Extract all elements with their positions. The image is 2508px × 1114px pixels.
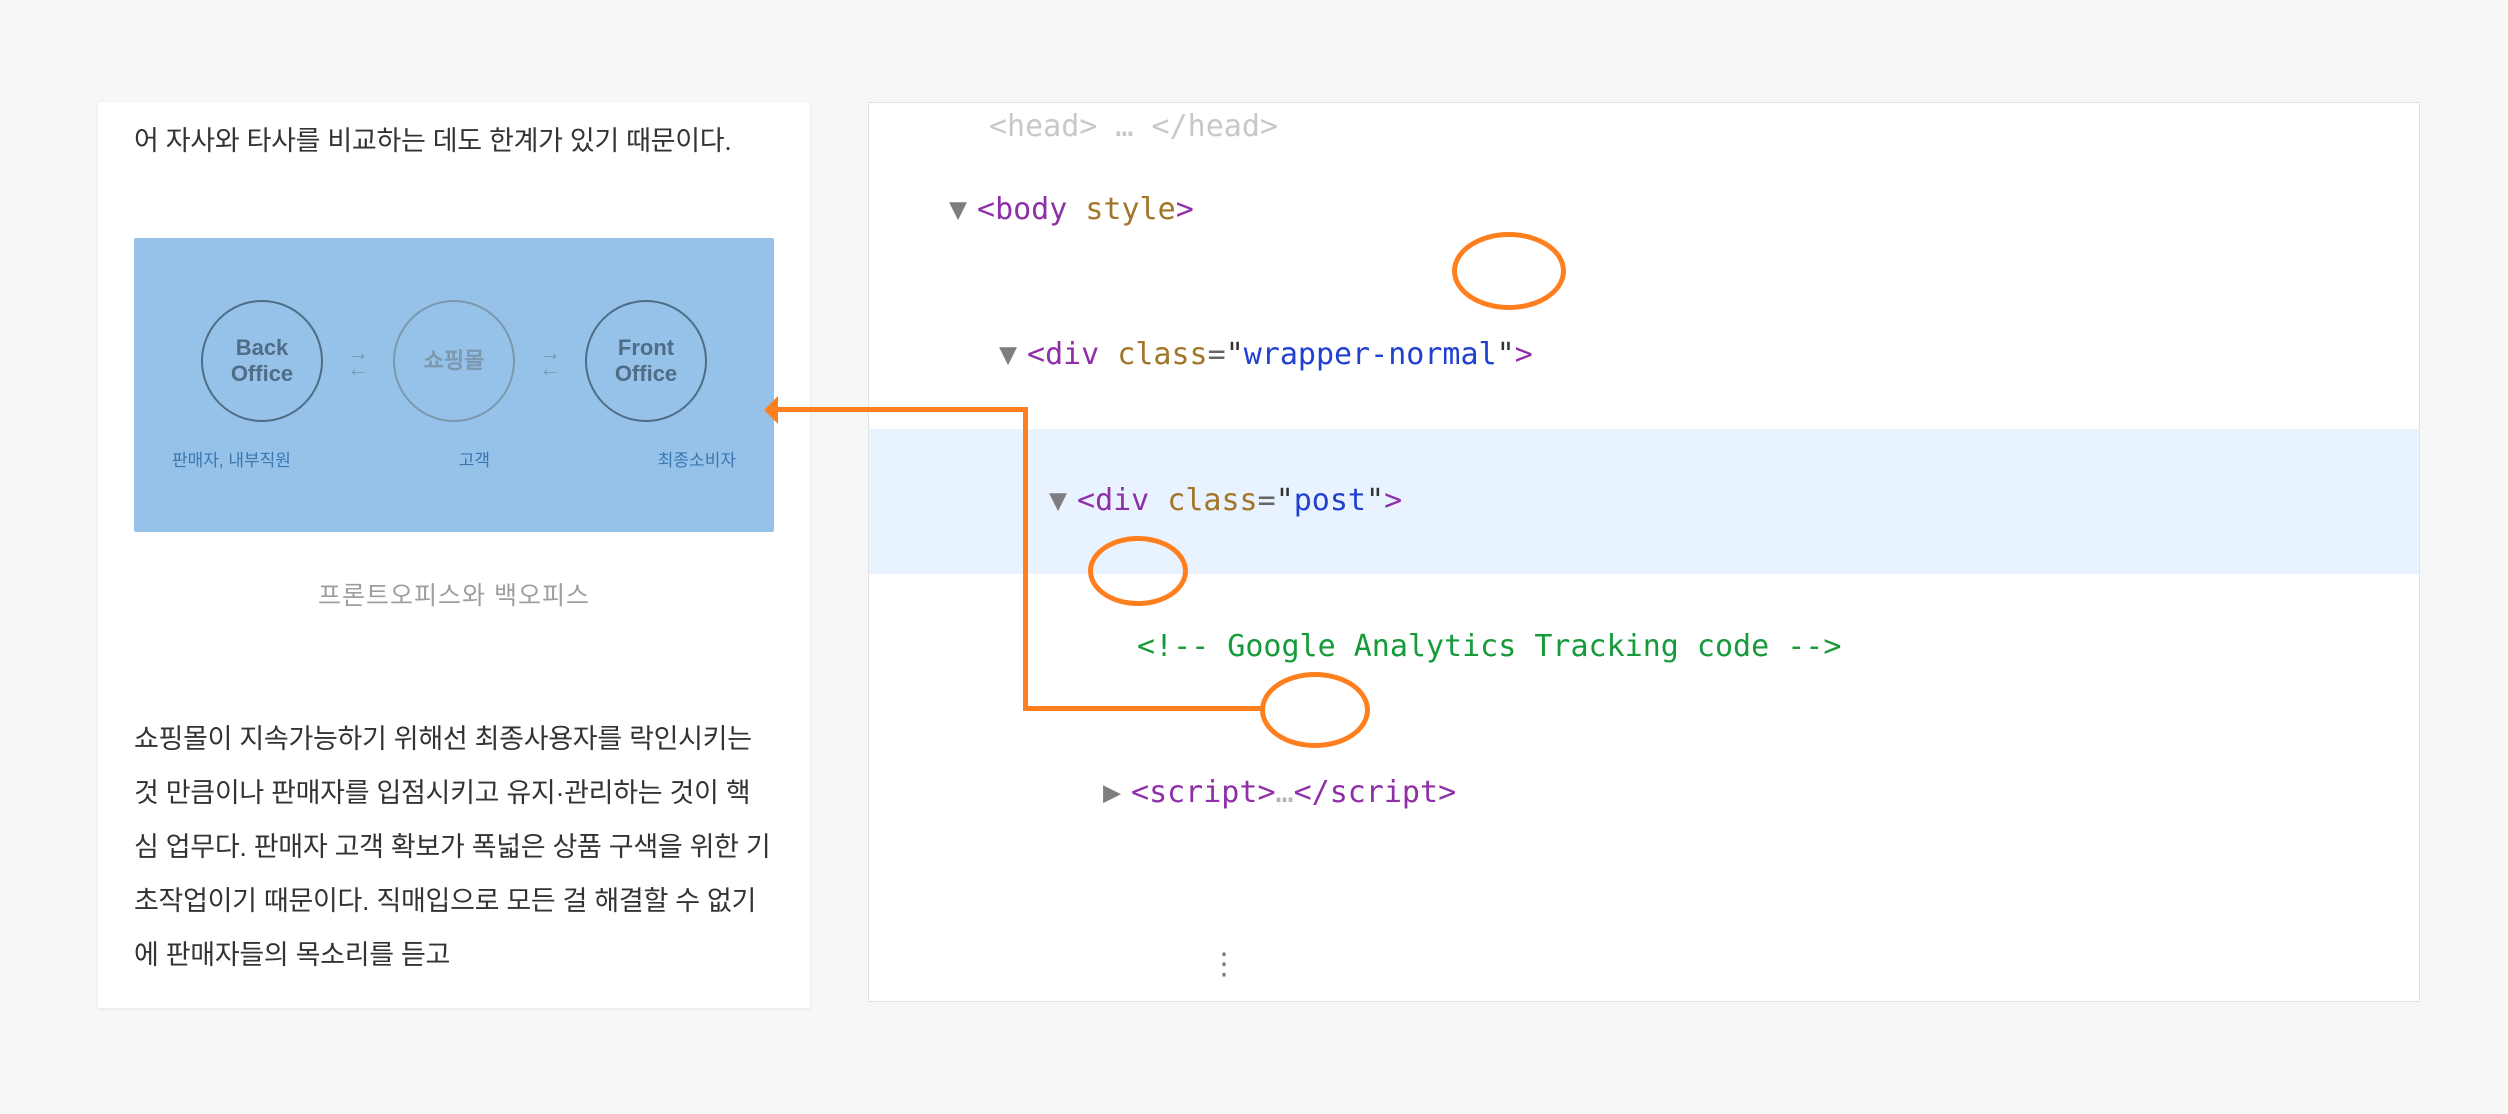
front-office-circle: Front Office (585, 300, 707, 422)
back-office-circle: Back Office (201, 300, 323, 422)
circle-label: Office (615, 361, 677, 386)
dom-node-body-open[interactable]: ▼<body style> (869, 137, 2419, 283)
circle-label: Office (231, 361, 293, 386)
sublabel: 판매자, 내부직원 (172, 446, 291, 471)
dom-collapsed-ellipsis: ⋮ (869, 866, 2419, 1002)
dom-node-wrapper-open[interactable]: ▼<div class="wrapper-normal"> (869, 283, 2419, 429)
sublabel: 고객 (459, 446, 490, 471)
article-paragraph-bottom: 쇼핑몰이 지속가능하기 위해선 최종사용자를 락인시키는 것 만큼이나 판매자를… (134, 612, 774, 982)
exchange-arrows-icon: →← (347, 345, 369, 376)
circle-label: Back (236, 335, 289, 360)
sublabel: 최종소비자 (658, 446, 736, 471)
article-paragraph-top: 어 자사와 타사를 비교하는 데도 한계가 있기 때문이다. (134, 102, 774, 168)
diagram-circles-row: Back Office →← 쇼핑몰 →← Front Office (201, 300, 707, 422)
annotation-arrow-head-icon (764, 396, 778, 424)
disclosure-triangle-icon[interactable]: ▼ (1049, 477, 1077, 526)
exchange-arrows-icon: →← (539, 345, 561, 376)
figure-image-highlighted[interactable]: Back Office →← 쇼핑몰 →← Front Office 판매자, … (134, 238, 774, 532)
disclosure-triangle-icon[interactable]: ▶ (1103, 769, 1131, 818)
annotation-arrow-segment (1023, 706, 1261, 711)
dom-node-script-collapsed[interactable]: ▶<script>…</script> (869, 720, 2419, 866)
annotation-arrow-segment (778, 407, 1028, 412)
diagram-sublabels: 판매자, 내부직원 고객 최종소비자 (134, 446, 774, 471)
figure-caption: 프론트오피스와 백오피스 (134, 576, 774, 612)
devtools-elements-panel[interactable]: <head> … </head> ▼<body style> ▼<div cla… (868, 102, 2420, 1002)
circle-label: 쇼핑몰 (424, 348, 485, 373)
dom-node-post-open[interactable]: ▼<div class="post"> (869, 429, 2419, 575)
disclosure-triangle-icon[interactable]: ▼ (999, 331, 1027, 380)
rendered-preview-panel: 어 자사와 타사를 비교하는 데도 한계가 있기 때문이다. img | 330… (98, 102, 810, 1008)
disclosure-triangle-icon[interactable]: ▼ (949, 186, 977, 235)
annotation-arrow-segment (1023, 407, 1028, 710)
figure: Back Office →← 쇼핑몰 →← Front Office 판매자, … (134, 238, 774, 612)
dom-node-comment[interactable]: <!-- Google Analytics Tracking code --> (869, 574, 2419, 720)
circle-label: Front (618, 335, 674, 360)
shopping-mall-circle: 쇼핑몰 (393, 300, 515, 422)
